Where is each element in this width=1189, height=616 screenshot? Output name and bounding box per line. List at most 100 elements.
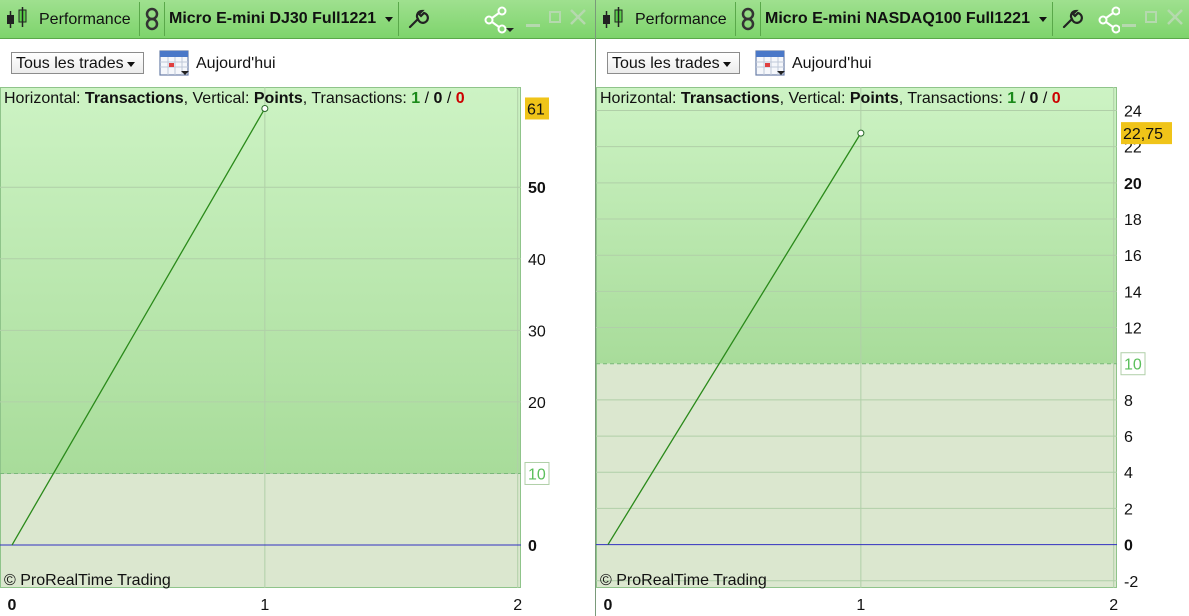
instrument-selector[interactable]: Micro E-mini NASDAQ100 Full1221 (765, 10, 1030, 28)
performance-label[interactable]: Performance (39, 11, 131, 29)
y-tick-label: 30 (528, 323, 546, 340)
last-value-tag-value: 22,75 (1123, 126, 1163, 143)
chevron-down-icon[interactable] (1039, 17, 1047, 22)
share-icon[interactable] (484, 6, 514, 34)
panel-titlebar: Performance Micro E-mini DJ30 Full1221 (0, 0, 595, 39)
chevron-down-icon (127, 62, 135, 67)
calendar-icon[interactable] (159, 47, 191, 77)
x-tick-label: 1 (260, 597, 269, 614)
chart-info-vertical-value: Points (850, 90, 899, 107)
y-tick-label: 14 (1124, 284, 1142, 301)
close-icon[interactable] (1166, 8, 1184, 26)
y-tick-label: 12 (1124, 321, 1142, 338)
chart-info-info-suffix: , Transactions: (303, 90, 412, 107)
wrench-icon[interactable] (407, 8, 429, 30)
trades-filter-select[interactable]: Tous les trades (11, 52, 144, 74)
chart-info-slash: / (420, 90, 433, 107)
calendar-icon[interactable] (755, 47, 787, 77)
separator (139, 2, 140, 36)
chart-info-count-neutral: 0 (434, 90, 443, 107)
separator (1052, 2, 1053, 36)
y-tick-label: 16 (1124, 248, 1142, 265)
panel-toolbar: Tous les trades Aujourd'hui (596, 39, 1189, 87)
maximize-icon[interactable] (1145, 11, 1157, 23)
threshold-tag-value: 10 (528, 466, 546, 483)
last-value-tag: 22,75 (1121, 122, 1172, 145)
x-tick-label: 0 (8, 597, 17, 614)
threshold-tag-value: 10 (1124, 357, 1142, 374)
chart-info-info-mid: , Vertical: (780, 90, 850, 107)
wrench-icon[interactable] (1061, 8, 1083, 30)
below-threshold-zone (596, 363, 1117, 588)
chart-info-count-win: 1 (1007, 90, 1016, 107)
separator (735, 2, 736, 36)
performance-label[interactable]: Performance (635, 11, 727, 29)
last-value-tag-value: 61 (527, 101, 545, 118)
y-tick-label: 8 (1124, 393, 1133, 410)
instrument-selector[interactable]: Micro E-mini DJ30 Full1221 (169, 10, 376, 28)
threshold-tag: 10 (524, 461, 550, 485)
trades-filter-value: Tous les trades (16, 55, 124, 72)
profit-zone (596, 87, 1117, 364)
separator (164, 2, 165, 36)
performance-chart: 010203040500121061Horizontal: Transactio… (0, 87, 550, 614)
chart-info-header: Horizontal: Transactions, Vertical: Poin… (4, 90, 465, 107)
y-tick-label: 0 (1124, 538, 1133, 555)
chart-info-count-loss: 0 (1052, 90, 1061, 107)
share-icon[interactable] (1098, 6, 1120, 34)
y-tick-label: 18 (1124, 212, 1142, 229)
candlestick-icon[interactable] (4, 7, 30, 31)
chart-info-count-neutral: 0 (1030, 90, 1039, 107)
chart-info-count-loss: 0 (456, 90, 465, 107)
minimize-icon[interactable] (1122, 24, 1136, 27)
y-tick-label: 0 (528, 538, 537, 555)
chevron-down-icon[interactable] (385, 17, 393, 22)
date-range-label[interactable]: Aujourd'hui (792, 55, 872, 73)
minimize-icon[interactable] (526, 24, 540, 27)
trades-filter-value: Tous les trades (612, 55, 720, 72)
trades-filter-select[interactable]: Tous les trades (607, 52, 740, 74)
performance-panel-nasdaq100: Performance Micro E-mini NASDAQ100 Full1… (596, 0, 1189, 616)
y-tick-label: 6 (1124, 429, 1133, 446)
below-threshold-zone (0, 473, 521, 588)
chart-info-slash: / (442, 90, 455, 107)
chart-info-header: Horizontal: Transactions, Vertical: Poin… (600, 90, 1061, 107)
y-tick-label: 20 (528, 395, 546, 412)
profit-zone (0, 87, 521, 474)
date-range-label[interactable]: Aujourd'hui (196, 55, 276, 73)
chevron-down-icon (723, 62, 731, 67)
separator (760, 2, 761, 36)
chart-info-horizontal-value: Transactions (681, 90, 780, 107)
y-tick-label: -2 (1124, 574, 1138, 591)
link-icon[interactable] (741, 7, 755, 31)
separator (398, 2, 399, 36)
performance-chart: -202468121416182022240 1 21022,75Horizonta… (596, 87, 1172, 614)
y-tick-label: 24 (1124, 104, 1142, 121)
chart-info-info-prefix: Horizontal: (600, 90, 681, 107)
y-tick-label: 4 (1124, 465, 1133, 482)
chart-info-info-mid: , Vertical: (184, 90, 254, 107)
link-icon[interactable] (145, 7, 159, 31)
candlestick-icon[interactable] (600, 7, 626, 31)
x-tick-label: 2 (1109, 597, 1118, 614)
chart-info-info-suffix: , Transactions: (899, 90, 1008, 107)
close-icon[interactable] (569, 8, 587, 26)
chart-info-vertical-value: Points (254, 90, 303, 107)
chart-info-horizontal-value: Transactions (85, 90, 184, 107)
threshold-tag: 10 (1120, 352, 1146, 376)
performance-panel-dj30: Performance Micro E-mini DJ30 Full1221 T… (0, 0, 595, 616)
copyright-label: © ProRealTime Trading (4, 572, 171, 589)
y-tick-label: 50 (528, 180, 546, 197)
chart-info-slash: / (1038, 90, 1051, 107)
panel-titlebar: Performance Micro E-mini NASDAQ100 Full1… (596, 0, 1189, 39)
chart-info-info-prefix: Horizontal: (4, 90, 85, 107)
copyright-label: © ProRealTime Trading (600, 572, 767, 589)
last-value-tag: 61 (525, 97, 549, 120)
x-tick-label: 2 (513, 597, 522, 614)
series-endpoint (857, 129, 865, 137)
chart-info-slash: / (1016, 90, 1029, 107)
panel-toolbar: Tous les trades Aujourd'hui (0, 39, 595, 87)
chart-info-count-win: 1 (411, 90, 420, 107)
y-tick-label: 40 (528, 252, 546, 269)
maximize-icon[interactable] (549, 11, 561, 23)
